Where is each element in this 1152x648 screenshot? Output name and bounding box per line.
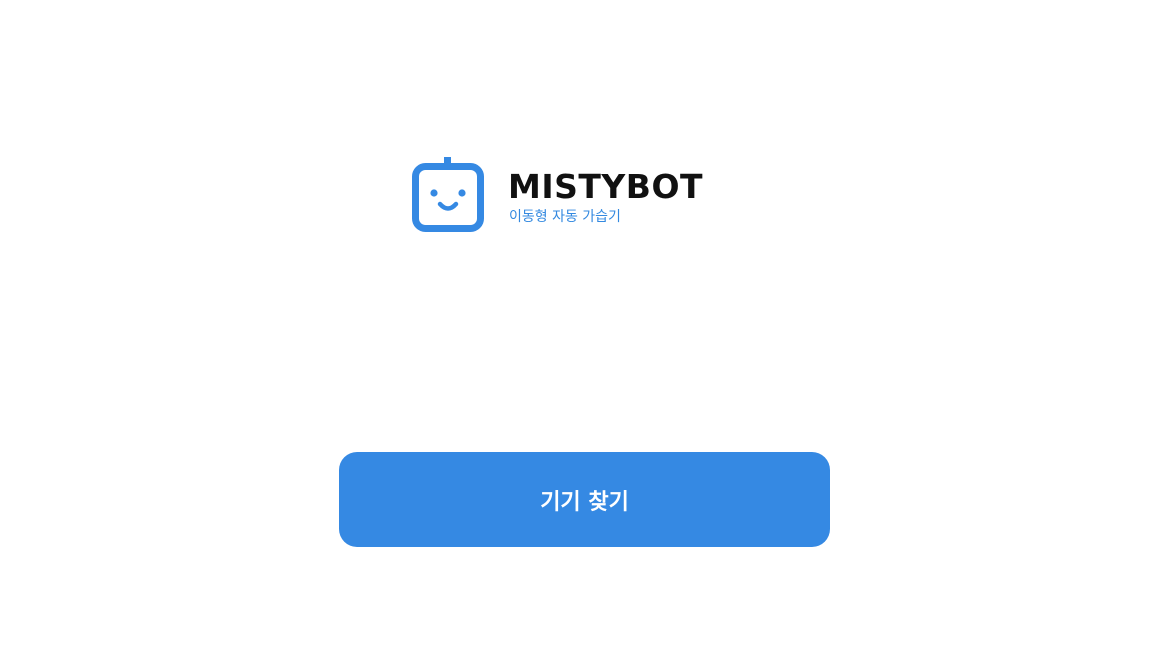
brand-tagline: 이동형 자동 가습기 (509, 209, 621, 225)
brand-name: MISTYBOT (508, 167, 704, 206)
mistybot-logo: MISTYBOT 이동형 자동 가습기 (412, 157, 742, 235)
find-device-button[interactable]: 기기 찾기 (339, 452, 830, 547)
robot-face-icon (412, 157, 484, 232)
splash-screen: MISTYBOT 이동형 자동 가습기 기기 찾기 (0, 0, 1152, 648)
brand-text-group: MISTYBOT 이동형 자동 가습기 (508, 170, 738, 225)
